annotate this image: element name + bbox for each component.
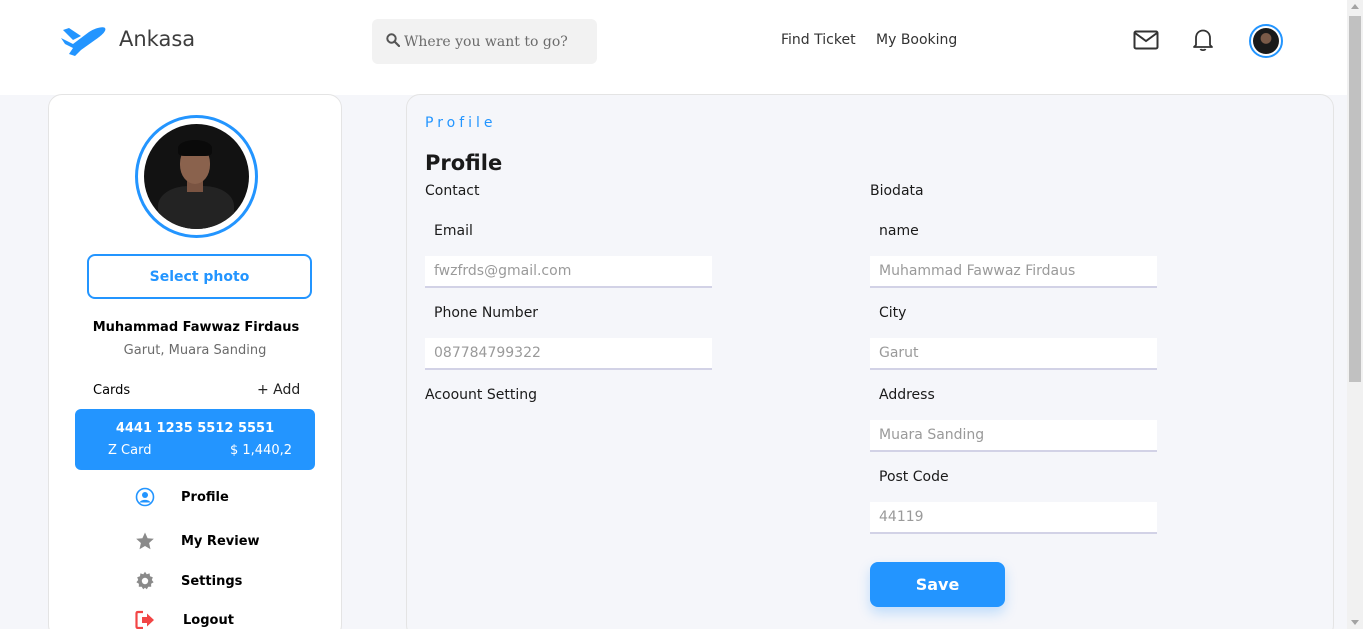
email-field[interactable]: [425, 256, 712, 288]
save-button[interactable]: Save: [870, 562, 1005, 607]
city-field[interactable]: [870, 338, 1157, 370]
nav-find-ticket[interactable]: Find Ticket: [781, 32, 856, 48]
user-location: Garut, Muara Sanding: [123, 343, 267, 358]
cards-label: Cards: [93, 383, 131, 398]
search-bar[interactable]: [372, 19, 597, 64]
mail-icon[interactable]: [1133, 30, 1159, 54]
name-label: name: [879, 223, 919, 239]
card-name: Z Card: [108, 443, 152, 458]
sidebar-item-label: Settings: [181, 573, 243, 589]
logout-icon: [135, 610, 155, 629]
phone-label: Phone Number: [434, 305, 539, 321]
scroll-down-arrow-icon[interactable]: [1351, 620, 1359, 625]
sidebar-item-label: Profile: [181, 489, 229, 505]
user-name: Muhammad Fawwaz Firdaus: [92, 320, 300, 335]
nav-my-booking[interactable]: My Booking: [876, 32, 957, 48]
header-avatar[interactable]: [1249, 24, 1283, 58]
sidebar-item-my-review[interactable]: My Review: [135, 531, 260, 551]
star-icon: [135, 531, 155, 551]
page-title: Profile: [425, 151, 503, 175]
contact-heading: Contact: [425, 183, 480, 199]
bell-icon[interactable]: [1192, 28, 1214, 56]
add-card-button[interactable]: + Add: [257, 382, 300, 398]
address-label: Address: [879, 387, 935, 403]
top-header: Ankasa Find Ticket My Booking: [0, 0, 1347, 95]
scroll-up-arrow-icon[interactable]: [1351, 4, 1359, 9]
search-input[interactable]: [404, 33, 584, 50]
city-label: City: [879, 305, 907, 321]
select-photo-button[interactable]: Select photo: [87, 254, 312, 299]
sidebar-item-label: My Review: [181, 533, 260, 549]
sidebar-item-logout[interactable]: Logout: [135, 610, 234, 629]
user-circle-icon: [135, 487, 155, 507]
profile-panel: Profile Profile Contact Email Phone Numb…: [406, 94, 1334, 629]
section-eyebrow: Profile: [425, 115, 497, 131]
gear-icon: [135, 571, 155, 591]
email-label: Email: [434, 223, 473, 239]
postcode-label: Post Code: [879, 469, 949, 485]
payment-card[interactable]: 4441 1235 5512 5551 Z Card $ 1,440,2: [75, 409, 315, 470]
phone-field[interactable]: [425, 338, 712, 370]
scrollbar-thumb[interactable]: [1349, 16, 1361, 382]
account-setting-link[interactable]: Acoount Setting: [425, 387, 537, 403]
search-icon: [386, 32, 401, 51]
profile-sidebar: Select photo Muhammad Fawwaz Firdaus Gar…: [48, 94, 342, 629]
profile-avatar: [135, 115, 258, 238]
page-scrollbar[interactable]: [1347, 0, 1363, 629]
sidebar-item-profile[interactable]: Profile: [135, 487, 229, 507]
sidebar-item-label: Logout: [183, 612, 234, 628]
postcode-field[interactable]: [870, 502, 1157, 534]
card-balance: $ 1,440,2: [230, 443, 293, 458]
biodata-heading: Biodata: [870, 183, 924, 199]
address-field[interactable]: [870, 420, 1157, 452]
card-number: 4441 1235 5512 5551: [115, 421, 275, 436]
ankasa-logo-icon[interactable]: [59, 24, 107, 58]
name-field[interactable]: [870, 256, 1157, 288]
brand-name[interactable]: Ankasa: [119, 27, 195, 51]
sidebar-item-settings[interactable]: Settings: [135, 571, 242, 591]
